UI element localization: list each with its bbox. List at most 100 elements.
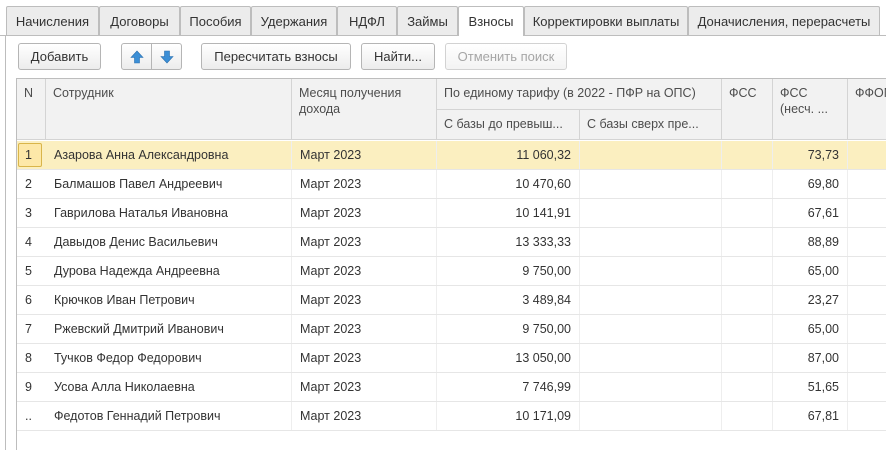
column-header-base-below[interactable]: С базы до превыш... xyxy=(437,110,580,140)
employee-cell[interactable]: Тучков Федор Федорович xyxy=(46,344,292,372)
find-button[interactable]: Найти... xyxy=(361,43,435,70)
base-above-cell[interactable] xyxy=(580,228,722,256)
fss-ns-cell[interactable]: 67,81 xyxy=(773,402,848,430)
employee-cell[interactable]: Гаврилова Наталья Ивановна xyxy=(46,199,292,227)
month-cell[interactable]: Март 2023 xyxy=(292,170,437,198)
base-above-cell[interactable] xyxy=(580,402,722,430)
table-row[interactable]: 4 Давыдов Денис Васильевич Март 2023 13 … xyxy=(17,228,886,257)
ffoms-cell[interactable] xyxy=(848,344,886,372)
base-above-cell[interactable] xyxy=(580,344,722,372)
ffoms-cell[interactable] xyxy=(848,257,886,285)
employee-cell[interactable]: Давыдов Денис Васильевич xyxy=(46,228,292,256)
base-above-cell[interactable] xyxy=(580,199,722,227)
recalculate-contributions-button[interactable]: Пересчитать взносы xyxy=(201,43,351,70)
tab-vznosy[interactable]: Взносы xyxy=(458,6,524,36)
table-row[interactable]: 7 Ржевский Дмитрий Иванович Март 2023 9 … xyxy=(17,315,886,344)
employee-cell[interactable]: Азарова Анна Александровна xyxy=(46,141,292,169)
table-row[interactable]: 9 Усова Алла Николаевна Март 2023 7 746,… xyxy=(17,373,886,402)
fss-ns-cell[interactable]: 23,27 xyxy=(773,286,848,314)
fss-cell[interactable] xyxy=(722,344,773,372)
employee-cell[interactable]: Федотов Геннадий Петрович xyxy=(46,402,292,430)
fss-cell[interactable] xyxy=(722,286,773,314)
add-button[interactable]: Добавить xyxy=(18,43,101,70)
base-above-cell[interactable] xyxy=(580,373,722,401)
ffoms-cell[interactable] xyxy=(848,141,886,169)
base-below-cell[interactable]: 7 746,99 xyxy=(437,373,580,401)
fss-cell[interactable] xyxy=(722,141,773,169)
column-header-month[interactable]: Месяц получения дохода xyxy=(292,79,437,140)
table-row[interactable]: 3 Гаврилова Наталья Ивановна Март 2023 1… xyxy=(17,199,886,228)
employee-cell[interactable]: Дурова Надежда Андреевна xyxy=(46,257,292,285)
ffoms-cell[interactable] xyxy=(848,228,886,256)
column-header-ffoms[interactable]: ФФОМ xyxy=(848,79,886,140)
tab-korrektirovki[interactable]: Корректировки выплаты xyxy=(524,6,688,35)
fss-cell[interactable] xyxy=(722,199,773,227)
fss-cell[interactable] xyxy=(722,228,773,256)
base-below-cell[interactable]: 13 333,33 xyxy=(437,228,580,256)
table-row[interactable]: 5 Дурова Надежда Андреевна Март 2023 9 7… xyxy=(17,257,886,286)
fss-cell[interactable] xyxy=(722,373,773,401)
fss-ns-cell[interactable]: 65,00 xyxy=(773,257,848,285)
tab-ndfl[interactable]: НДФЛ xyxy=(337,6,397,35)
month-cell[interactable]: Март 2023 xyxy=(292,344,437,372)
base-below-cell[interactable]: 9 750,00 xyxy=(437,257,580,285)
ffoms-cell[interactable] xyxy=(848,199,886,227)
fss-cell[interactable] xyxy=(722,402,773,430)
tab-donachisleniya[interactable]: Доначисления, перерасчеты xyxy=(688,6,880,35)
column-header-base-above[interactable]: С базы сверх пре... xyxy=(580,110,722,140)
tab-uderzhaniya[interactable]: Удержания xyxy=(251,6,337,35)
column-header-fss[interactable]: ФСС xyxy=(722,79,773,140)
ffoms-cell[interactable] xyxy=(848,170,886,198)
table-row[interactable]: 8 Тучков Федор Федорович Март 2023 13 05… xyxy=(17,344,886,373)
employee-cell[interactable]: Крючков Иван Петрович xyxy=(46,286,292,314)
base-above-cell[interactable] xyxy=(580,141,722,169)
fss-ns-cell[interactable]: 65,00 xyxy=(773,315,848,343)
fss-cell[interactable] xyxy=(722,170,773,198)
employee-cell[interactable]: Балмашов Павел Андреевич xyxy=(46,170,292,198)
month-cell[interactable]: Март 2023 xyxy=(292,199,437,227)
fss-ns-cell[interactable]: 67,61 xyxy=(773,199,848,227)
column-header-n[interactable]: N xyxy=(17,79,46,140)
tab-nachisleniya[interactable]: Начисления xyxy=(6,6,99,35)
fss-cell[interactable] xyxy=(722,315,773,343)
fss-ns-cell[interactable]: 73,73 xyxy=(773,141,848,169)
ffoms-cell[interactable] xyxy=(848,373,886,401)
base-below-cell[interactable]: 11 060,32 xyxy=(437,141,580,169)
tab-zaimy[interactable]: Займы xyxy=(397,6,458,35)
column-header-single-tariff[interactable]: По единому тарифу (в 2022 - ПФР на ОПС) xyxy=(437,79,722,110)
fss-ns-cell[interactable]: 69,80 xyxy=(773,170,848,198)
month-cell[interactable]: Март 2023 xyxy=(292,402,437,430)
table-row[interactable]: 2 Балмашов Павел Андреевич Март 2023 10 … xyxy=(17,170,886,199)
move-down-button[interactable] xyxy=(151,43,182,70)
base-above-cell[interactable] xyxy=(580,170,722,198)
ffoms-cell[interactable] xyxy=(848,286,886,314)
ffoms-cell[interactable] xyxy=(848,402,886,430)
fss-ns-cell[interactable]: 87,00 xyxy=(773,344,848,372)
base-above-cell[interactable] xyxy=(580,315,722,343)
employee-cell[interactable]: Ржевский Дмитрий Иванович xyxy=(46,315,292,343)
base-above-cell[interactable] xyxy=(580,257,722,285)
month-cell[interactable]: Март 2023 xyxy=(292,228,437,256)
tab-posobiya[interactable]: Пособия xyxy=(180,6,251,35)
column-header-employee[interactable]: Сотрудник xyxy=(46,79,292,140)
base-above-cell[interactable] xyxy=(580,286,722,314)
tab-dogovory[interactable]: Договоры xyxy=(99,6,180,35)
fss-ns-cell[interactable]: 88,89 xyxy=(773,228,848,256)
month-cell[interactable]: Март 2023 xyxy=(292,373,437,401)
month-cell[interactable]: Март 2023 xyxy=(292,141,437,169)
column-header-fss-ns[interactable]: ФСС (несч. ... xyxy=(773,79,848,140)
month-cell[interactable]: Март 2023 xyxy=(292,286,437,314)
base-below-cell[interactable]: 10 141,91 xyxy=(437,199,580,227)
table-row[interactable]: 1 Азарова Анна Александровна Март 2023 1… xyxy=(17,141,886,170)
base-below-cell[interactable]: 10 470,60 xyxy=(437,170,580,198)
base-below-cell[interactable]: 10 171,09 xyxy=(437,402,580,430)
ffoms-cell[interactable] xyxy=(848,315,886,343)
base-below-cell[interactable]: 3 489,84 xyxy=(437,286,580,314)
cancel-search-button[interactable]: Отменить поиск xyxy=(445,43,567,70)
table-row[interactable]: 6 Крючков Иван Петрович Март 2023 3 489,… xyxy=(17,286,886,315)
month-cell[interactable]: Март 2023 xyxy=(292,315,437,343)
employee-cell[interactable]: Усова Алла Николаевна xyxy=(46,373,292,401)
month-cell[interactable]: Март 2023 xyxy=(292,257,437,285)
base-below-cell[interactable]: 9 750,00 xyxy=(437,315,580,343)
move-up-button[interactable] xyxy=(121,43,152,70)
